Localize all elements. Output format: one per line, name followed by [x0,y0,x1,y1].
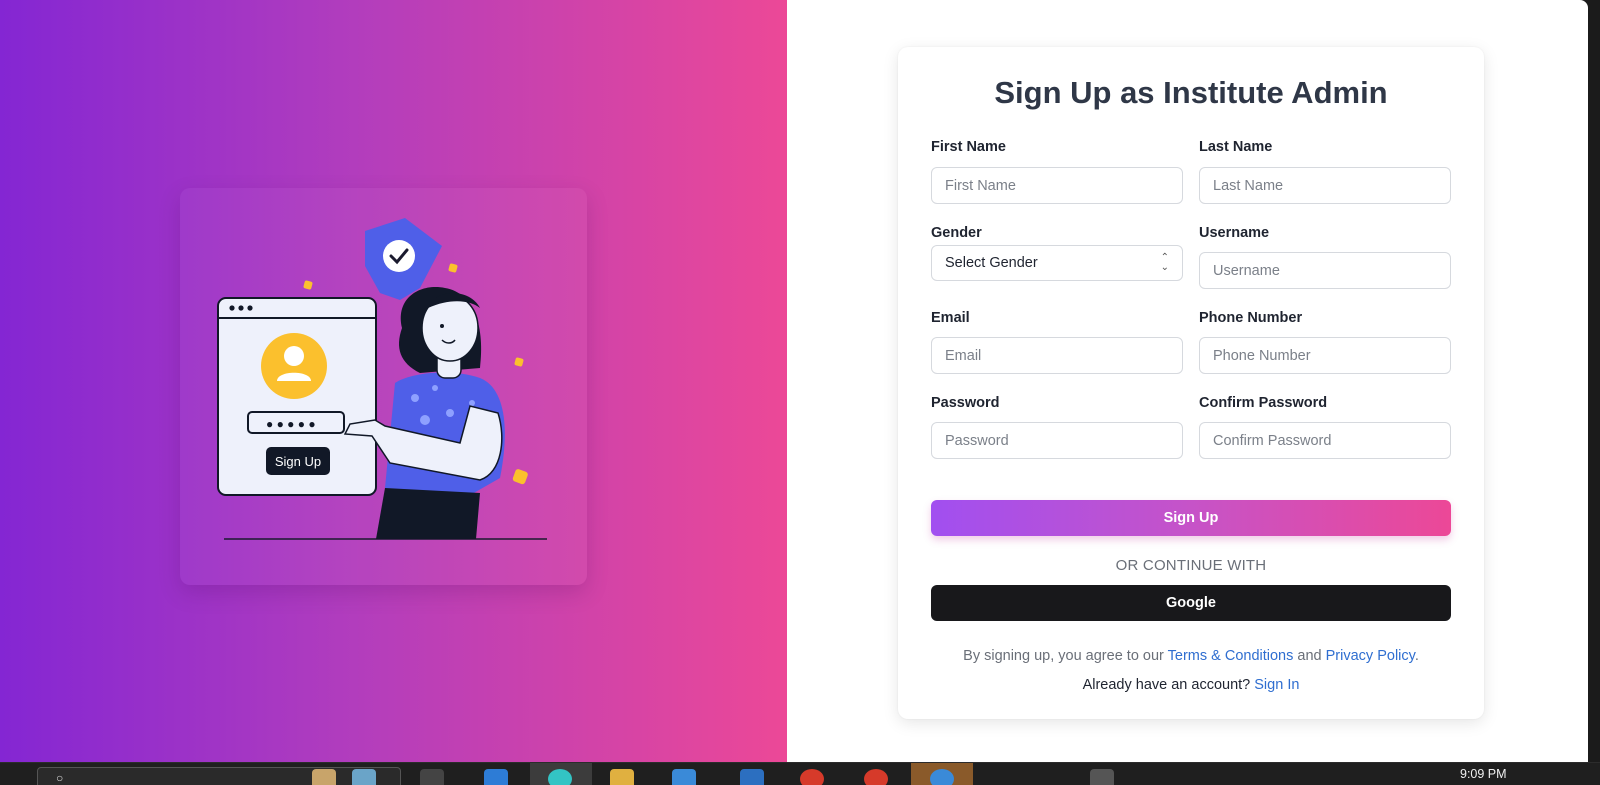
browser-window: ● ● ● ● ● Sign Up Sign Up as Institute A… [0,0,1588,762]
email-input[interactable] [931,337,1183,374]
app-icon[interactable] [800,769,824,785]
username-label: Username [1199,225,1270,241]
store-icon[interactable] [672,769,696,785]
phone-input[interactable] [1199,337,1451,374]
privacy-link[interactable]: Privacy Policy [1326,648,1415,664]
first-name-label: First Name [931,139,1006,155]
already-text: Already have an account? [1082,677,1251,693]
terms-and: and [1297,648,1322,664]
sparkle [512,469,528,485]
sparkle [448,263,458,273]
app-icon[interactable] [930,769,954,785]
task-view-icon[interactable] [420,769,444,785]
app-icon[interactable] [740,769,764,785]
last-name-label: Last Name [1199,139,1273,155]
first-name-input[interactable] [931,167,1183,204]
google-signin-button[interactable]: Google [931,585,1451,621]
terms-link[interactable]: Terms & Conditions [1168,648,1294,664]
signin-link[interactable]: Sign In [1254,677,1299,693]
signup-button[interactable]: Sign Up [931,500,1451,536]
phone-label: Phone Number [1199,310,1303,326]
gender-label: Gender [931,225,982,241]
sparkle [303,280,313,290]
confirm-password-input[interactable] [1199,422,1451,459]
password-input[interactable] [931,422,1183,459]
taskbar-search-box[interactable]: ○ [37,767,401,785]
illustration-card: ● ● ● ● ● Sign Up [180,188,587,585]
password-dots: ● ● ● ● ● [266,417,316,431]
form-panel: Sign Up as Institute Admin First Name La… [787,0,1588,762]
signup-form-card: Sign Up as Institute Admin First Name La… [898,47,1484,719]
confirm-password-label: Confirm Password [1199,395,1328,411]
last-name-input[interactable] [1199,167,1451,204]
app-icon[interactable] [864,769,888,785]
mock-signup-label: Sign Up [275,454,321,469]
password-label: Password [931,395,1000,411]
hero-panel: ● ● ● ● ● Sign Up [0,0,787,762]
search-icon: ○ [56,771,64,785]
divider-text: OR CONTINUE WITH [1115,557,1267,574]
taskbar: ○ 9:09 PM [0,762,1600,785]
app-icon[interactable] [1090,769,1114,785]
terms-prefix: By signing up, you agree to our [963,648,1164,664]
chevron-updown-icon: ⌃ ⌄ [1160,252,1169,273]
signup-illustration: ● ● ● ● ● Sign Up [217,218,547,540]
username-input[interactable] [1199,252,1451,289]
taskbar-clock[interactable]: 9:09 PM [1460,767,1507,781]
widget-icon[interactable] [312,769,336,785]
app-icon[interactable] [484,769,508,785]
gender-select[interactable]: Select Gender ⌃ ⌄ [931,245,1183,281]
signin-prompt: Already have an account? Sign In [898,677,1484,693]
browser-icon[interactable] [548,769,572,785]
page-title: Sign Up as Institute Admin [994,75,1388,110]
terms-suffix: . [1414,648,1419,664]
pants [376,488,480,539]
folder-icon[interactable] [610,769,634,785]
email-label: Email [931,310,970,326]
gender-selected-value: Select Gender [945,255,1038,271]
sparkle [514,357,524,367]
terms-text: By signing up, you agree to our Terms & … [898,648,1484,664]
widget-icon[interactable] [352,769,376,785]
shield-check-circle [383,240,415,272]
